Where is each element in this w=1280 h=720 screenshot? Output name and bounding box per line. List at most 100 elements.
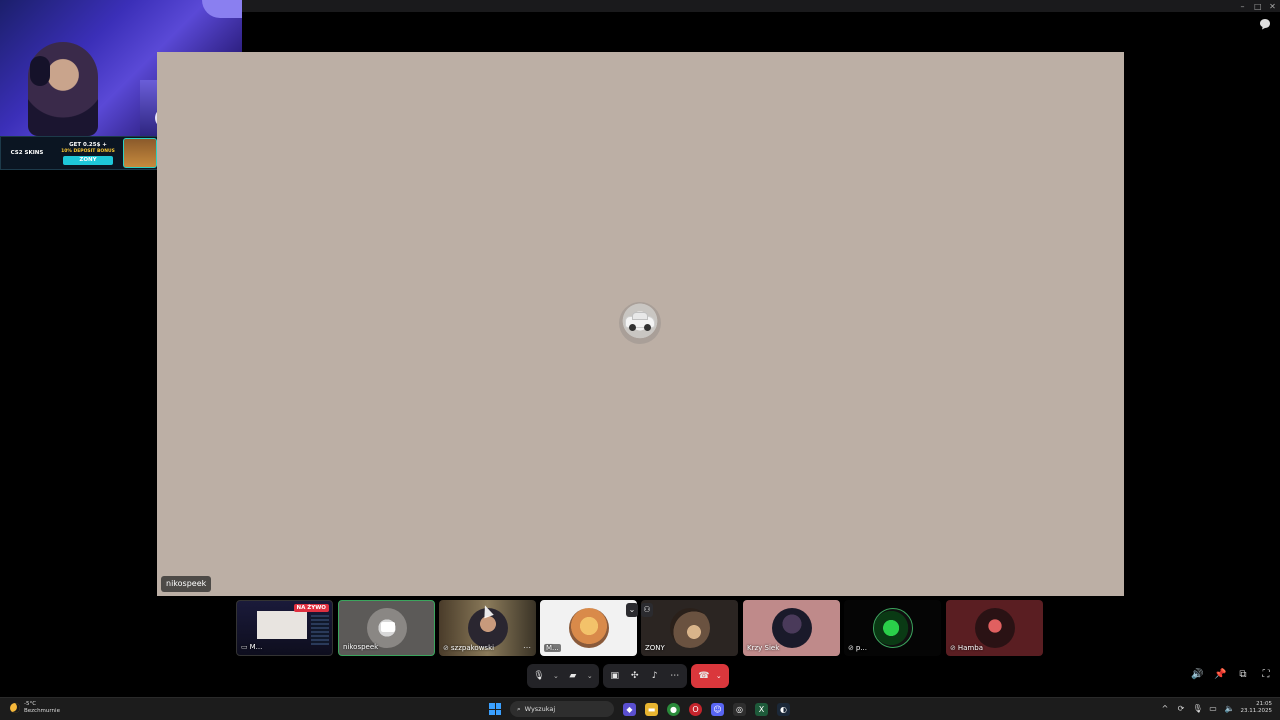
participant-tile-krzy-siek[interactable]: Krzy Siek	[743, 600, 840, 656]
participant-avatar	[669, 608, 710, 648]
temperature: -5°C	[24, 701, 37, 707]
car-icon	[625, 312, 655, 331]
participant-tile-nikospeek[interactable]: nikospeek	[338, 600, 435, 656]
webcam-light	[202, 0, 242, 18]
stream-chat-preview	[311, 615, 329, 645]
taskbar: -5°C Bezchmurnie ⌕ Wyszukaj ◆ ▬ ● O ☺ ◎ …	[0, 697, 1280, 720]
sponsor-banner: CS2 SKINS GET 0.25$ + 10% DEPOSIT BONUS …	[0, 136, 160, 170]
disconnect-button[interactable]: ☎ ⌄	[690, 664, 729, 688]
window-controls: – □ ✕	[1239, 0, 1276, 12]
main-video-stage[interactable]: nikospeek	[157, 52, 1124, 596]
excel-icon[interactable]: X	[755, 702, 768, 716]
opera-icon[interactable]: O	[689, 702, 702, 716]
sponsor-logo: CS2 SKINS	[10, 150, 44, 156]
treasure-chest-icon	[123, 138, 157, 168]
more-options-icon[interactable]: ⋯	[523, 643, 531, 652]
sync-icon[interactable]: ⟳	[1177, 704, 1186, 713]
weather-condition: Bezchmurnie	[24, 708, 60, 714]
sponsor-code: ZONY	[63, 155, 113, 165]
participant-avatar	[974, 608, 1015, 648]
moon-icon	[10, 703, 20, 713]
tile-hover-controls: ⌄ ⚇	[626, 603, 654, 619]
chevron-down-icon[interactable]: ⌄	[553, 672, 559, 680]
view-controls: 🔊 📌 ⧉ ⛶	[1191, 669, 1272, 681]
windows-start-icon[interactable]	[489, 703, 501, 715]
screen: – □ ✕ CS2 SKINS GET 0.25$ + 10% DEPOSIT …	[0, 0, 1280, 720]
pin-icon[interactable]: 📌	[1214, 669, 1226, 681]
mic-camera-group: 🎙 ⌄ ▰ ⌄	[527, 664, 599, 688]
mic-muted-icon: ⊘	[950, 644, 956, 652]
search-placeholder: Wyszukaj	[524, 705, 556, 713]
mic-tray-icon[interactable]: 🎙	[1193, 704, 1203, 713]
stage-participant-name: nikospeek	[161, 576, 212, 592]
taskbar-apps: ⌕ Wyszukaj ◆ ▬ ● O ☺ ◎ X ◐	[489, 701, 790, 717]
participant-avatar	[568, 608, 609, 648]
call-controls: 🎙 ⌄ ▰ ⌄ ▣ ✣ ♪ ⋯ ☎ ⌄	[527, 664, 729, 688]
speaker-icon[interactable]: 🔈	[1225, 704, 1235, 713]
sponsor-text: GET 0.25$ + 10% DEPOSIT BONUS ZONY	[53, 142, 123, 165]
tile-label: ⊘ szzpakowski	[443, 644, 494, 652]
weather-text: -5°C Bezchmurnie	[24, 701, 60, 715]
chevron-down-icon[interactable]: ⌄	[626, 603, 638, 617]
clock-date: 23.11.2025	[1240, 708, 1273, 714]
participant-avatar	[872, 608, 913, 648]
camera-off-icon[interactable]: ▰	[567, 670, 579, 682]
tile-name: Hamba	[957, 644, 983, 652]
close-icon[interactable]: ✕	[1269, 2, 1276, 10]
tile-name: M...	[249, 643, 263, 651]
participant-tile-stream[interactable]: NA ŻYWO ▭ M...	[236, 600, 333, 656]
participant-tile-m[interactable]: M...	[540, 600, 637, 656]
tile-name: M...	[544, 644, 561, 652]
more-options-icon[interactable]: ⋯	[669, 670, 681, 682]
weather-widget[interactable]: -5°C Bezchmurnie	[10, 701, 60, 715]
chrome-icon[interactable]: ●	[667, 702, 680, 716]
tile-label: ▭ M...	[241, 643, 262, 651]
steam-icon[interactable]: ◐	[777, 702, 790, 716]
activities-icon[interactable]: ✣	[629, 670, 641, 682]
participant-avatar	[619, 302, 661, 344]
chat-icon[interactable]	[1259, 18, 1271, 30]
volume-icon[interactable]: 🔊	[1191, 669, 1203, 681]
screen-share-icon[interactable]: ▣	[609, 670, 621, 682]
file-explorer-icon[interactable]: ▬	[645, 702, 658, 716]
chevron-down-icon[interactable]: ⌄	[716, 672, 722, 680]
people-icon[interactable]: ⚇	[641, 603, 653, 617]
sponsor-bonus: 10% DEPOSIT BONUS	[61, 148, 115, 154]
participant-tile-p[interactable]: ⊘ p...	[844, 600, 941, 656]
chevron-up-icon[interactable]: ^	[1161, 704, 1170, 713]
camera-off-icon	[381, 622, 395, 632]
participant-tile-zony[interactable]: ZONY	[641, 600, 738, 656]
title-bar: – □ ✕	[242, 0, 1280, 12]
hang-up-icon: ☎	[698, 671, 710, 681]
tile-label: Krzy Siek	[747, 644, 779, 652]
participant-tile-hamba[interactable]: ⊘ Hamba	[946, 600, 1043, 656]
activity-group: ▣ ✣ ♪ ⋯	[602, 664, 687, 688]
tile-name: p...	[855, 644, 867, 652]
system-tray: ^ ⟳ 🎙 ▭ 🔈 21:05 23.11.2025	[1161, 701, 1273, 715]
tile-name: szzpakowski	[450, 644, 495, 652]
screen-share-icon: ▭	[241, 643, 248, 651]
microphone-icon[interactable]: 🎙	[533, 670, 545, 682]
participant-avatar	[771, 608, 812, 648]
soundboard-icon[interactable]: ♪	[649, 670, 661, 682]
tile-label: nikospeek	[343, 643, 378, 651]
stream-preview	[257, 611, 307, 639]
tile-name: Krzy Siek	[747, 644, 780, 652]
copilot-icon[interactable]: ◆	[623, 702, 636, 716]
obs-icon[interactable]: ◎	[733, 702, 746, 716]
mic-muted-icon: ⊘	[848, 644, 854, 652]
chevron-down-icon[interactable]: ⌄	[587, 672, 593, 680]
tile-name: nikospeek	[343, 643, 379, 651]
network-icon[interactable]: ▭	[1209, 704, 1218, 713]
discord-icon[interactable]: ☺	[711, 702, 724, 716]
tile-label: ZONY	[645, 644, 665, 652]
fullscreen-icon[interactable]: ⛶	[1260, 669, 1272, 681]
tile-label: ⊘ Hamba	[950, 644, 983, 652]
clock-time: 21:05	[1256, 701, 1272, 707]
popout-icon[interactable]: ⧉	[1237, 669, 1249, 681]
minimize-icon[interactable]: –	[1239, 2, 1246, 10]
taskbar-search[interactable]: ⌕ Wyszukaj	[510, 701, 614, 717]
clock[interactable]: 21:05 23.11.2025	[1241, 701, 1273, 715]
maximize-icon[interactable]: □	[1254, 2, 1262, 10]
tile-label: ⊘ p...	[848, 644, 867, 652]
